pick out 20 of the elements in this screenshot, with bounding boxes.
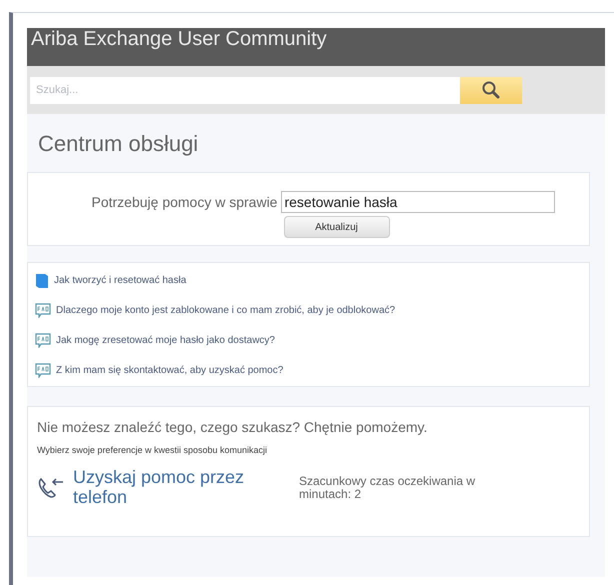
- phone-help-link[interactable]: Uzyskaj pomoc przez telefon: [73, 466, 263, 506]
- book-icon: [35, 272, 49, 288]
- help-topic-label: Potrzebuję pomocy w sprawie: [92, 192, 278, 212]
- help-topic-field[interactable]: resetowanie hasła: [281, 191, 556, 213]
- search-field[interactable]: Szukaj...: [30, 76, 460, 104]
- help-article-link[interactable]: Dlaczego moje konto jest zablokowane i co mam zrobić, aby je odblokować?: [56, 303, 396, 318]
- search-button[interactable]: [460, 76, 522, 104]
- faq-icon: [35, 363, 51, 378]
- faq-icon: [35, 303, 51, 318]
- help-article-link[interactable]: Jak tworzyć i resetować hasła: [54, 273, 186, 288]
- update-button[interactable]: Aktualizuj: [284, 216, 390, 238]
- contact-subheading: Wybierz swoje preferencje w kwestii sposobu komunikacji: [37, 444, 268, 457]
- help-article-link[interactable]: Z kim mam się skontaktować, aby uzyskać pomoc?: [56, 363, 284, 378]
- page-title: Centrum obsługi: [38, 130, 200, 158]
- help-article-link[interactable]: Jak mogę zresetować moje hasło jako dostawcy?: [56, 333, 275, 348]
- wait-time-text: Szacunkowy czas oczekiwania w minutach: 2: [299, 474, 476, 502]
- site-title: Ariba Exchange User Community: [31, 28, 327, 50]
- search-icon: [481, 80, 501, 100]
- faq-icon: [35, 333, 51, 348]
- contact-heading: Nie możesz znaleźć tego, czego szukasz? Chętnie pomożemy.: [37, 418, 428, 437]
